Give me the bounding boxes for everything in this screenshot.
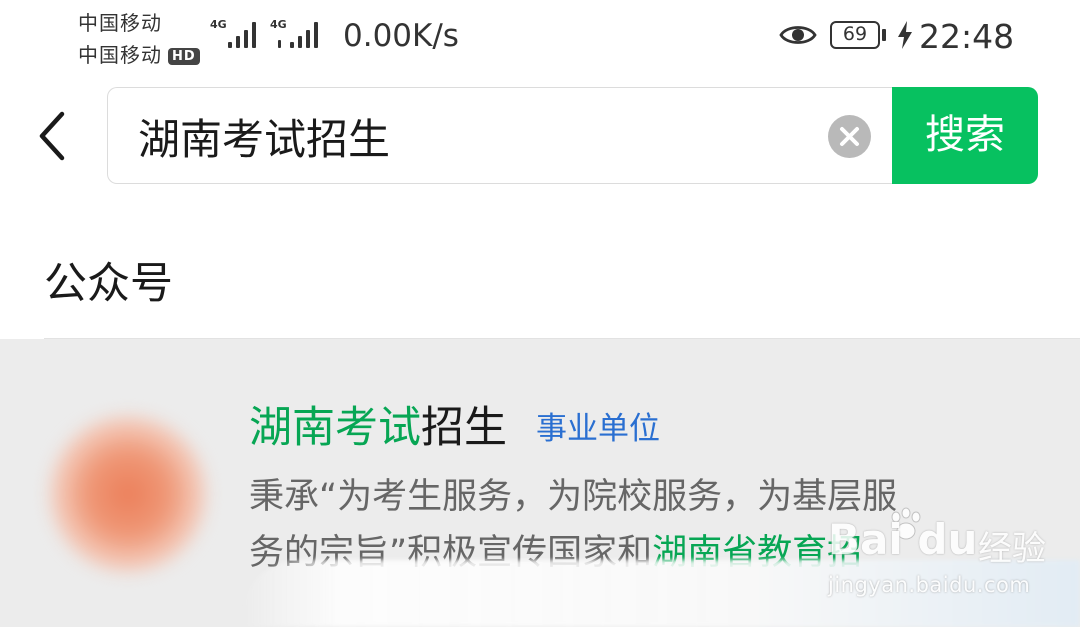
clear-icon[interactable] [828,115,871,158]
back-icon[interactable] [30,108,74,164]
charging-bolt-icon [898,21,912,49]
search-input[interactable] [138,110,798,162]
account-type-badge: 事业单位 [536,411,660,447]
carrier-1-label: 中国移动 [78,11,162,35]
baidu-jingyan-watermark: Bai du 经验 jingyan.baidu.com [828,507,1068,607]
hd-badge: HD [168,48,200,65]
signal-1-icon: 4G [210,18,260,52]
carrier-2-text: 中国移动 [78,43,162,67]
watermark-suffix: 经验 [978,529,1046,569]
network-speed: 0.00K/s [343,18,459,54]
account-name-highlight: 湖南考试 [249,403,421,453]
account-name: 湖南考试招生 [249,393,507,455]
section-title: 公众号 [44,259,173,309]
account-name-rest: 招生 [421,403,507,453]
clear-x-glyph [840,127,859,146]
signal-2-icon: 4G [270,18,325,52]
search-bar [107,87,892,184]
signal-2-tag: 4G [270,18,287,31]
battery-icon: 69 [830,21,880,49]
status-bar: 中国移动 中国移动 HD 4G 4G 0.00K/s 69 22:48 [0,0,1080,78]
watermark-url: jingyan.baidu.com [828,573,1031,597]
battery-cap [882,29,886,41]
avatar [28,394,228,594]
eye-icon [779,26,817,44]
carrier-2-label: 中国移动 HD [78,39,200,68]
search-button[interactable]: 搜索 [892,87,1038,184]
watermark-logo: Bai du [828,515,978,564]
signal-1-tag: 4G [210,18,227,31]
clock: 22:48 [919,17,1015,56]
